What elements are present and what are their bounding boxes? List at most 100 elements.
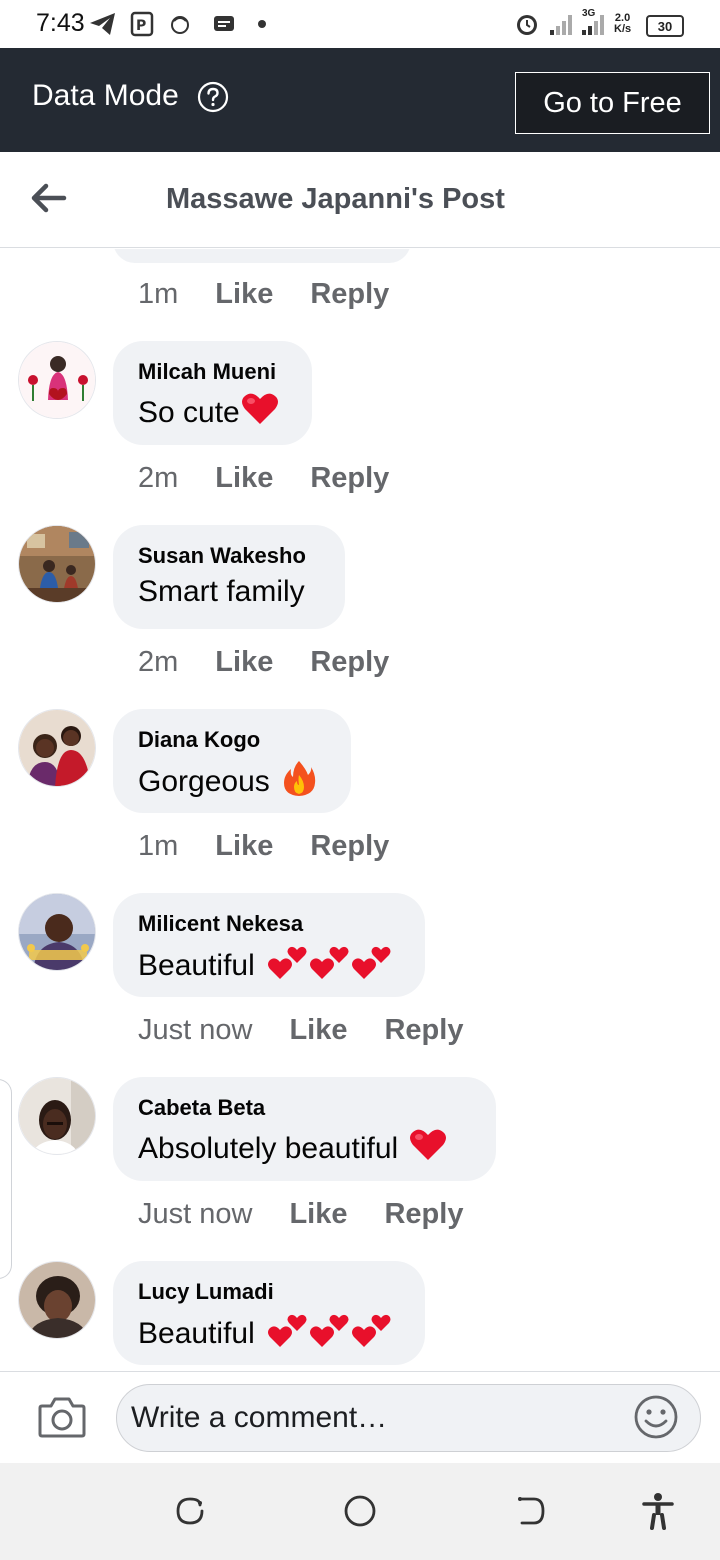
back-arrow-icon[interactable]: [26, 178, 70, 218]
fire-icon: [282, 759, 316, 805]
two-hearts-icon: [351, 1311, 393, 1357]
comment-item: Cabeta Beta Absolutely beautiful: [0, 1077, 720, 1181]
comment-time: Just now: [138, 1198, 253, 1230]
status-time: 7:43: [36, 9, 85, 37]
battery-icon: 30: [646, 12, 684, 40]
avatar[interactable]: [18, 1077, 96, 1155]
edge-panel-handle[interactable]: [0, 1079, 12, 1279]
comments-list: 1m Like Reply Milcah Mueni So cute 2m Li…: [0, 249, 720, 1371]
comment-item: Susan Wakesho Smart family: [0, 525, 720, 629]
comment-text: Beautiful: [138, 1311, 399, 1357]
svg-text:P: P: [136, 18, 146, 34]
comment-text: Absolutely beautiful: [138, 1127, 470, 1171]
telegram-icon: [88, 10, 118, 38]
like-button[interactable]: Like: [289, 1198, 347, 1231]
comment-item: Diana Kogo Gorgeous: [0, 709, 720, 813]
comment-bubble: Lucy Lumadi Beautiful: [113, 1261, 425, 1365]
comment-author[interactable]: Milicent Nekesa: [138, 911, 399, 937]
avatar[interactable]: [18, 341, 96, 419]
comment-bubble: Cabeta Beta Absolutely beautiful: [113, 1077, 496, 1181]
comment-meta: Just now Like Reply: [138, 1198, 463, 1231]
message-icon: [212, 10, 236, 38]
comment-meta: 2m Like Reply: [138, 462, 389, 495]
comment-bubble: Diana Kogo Gorgeous: [113, 709, 351, 813]
like-button[interactable]: Like: [215, 646, 273, 679]
reply-button[interactable]: Reply: [310, 462, 389, 495]
comment-text: So cute: [138, 391, 286, 435]
comment-time: 1m: [138, 830, 179, 862]
comment-item: Milicent Nekesa Beautiful: [0, 893, 720, 997]
comment-text-content: Gorgeous: [138, 765, 270, 798]
back-icon[interactable]: [510, 1491, 550, 1531]
comment-time: 2m: [138, 646, 179, 678]
like-button[interactable]: Like: [215, 830, 273, 863]
two-hearts-icon: [309, 943, 351, 989]
emoji-icon[interactable]: [633, 1394, 679, 1440]
comment-author[interactable]: Lucy Lumadi: [138, 1279, 399, 1305]
data-mode-label: Data Mode: [32, 79, 179, 112]
speed-unit: K/s: [614, 23, 632, 35]
comment-bubble: Susan Wakesho Smart family: [113, 525, 345, 629]
comment-text: Beautiful: [138, 943, 399, 989]
comment-text: Gorgeous: [138, 759, 325, 805]
comment-text-content: Smart family: [138, 575, 305, 608]
page-title: Massawe Japanni's Post: [166, 183, 505, 215]
comment-author[interactable]: Diana Kogo: [138, 727, 325, 753]
avatar[interactable]: [18, 525, 96, 603]
accessibility-icon[interactable]: [638, 1491, 678, 1531]
reply-button[interactable]: Reply: [384, 1014, 463, 1047]
alarm-icon: [513, 10, 541, 38]
two-hearts-icon: [351, 943, 393, 989]
two-hearts-icon: [267, 943, 309, 989]
red-heart-icon: [240, 391, 280, 435]
status-bar: 7:43 P 3G 2.0 K/s 30: [0, 0, 720, 48]
two-hearts-icon: [267, 1311, 309, 1357]
recents-icon[interactable]: [170, 1491, 210, 1531]
comment-time: 1m: [138, 278, 179, 310]
like-button[interactable]: Like: [215, 462, 273, 495]
avatar[interactable]: [18, 893, 96, 971]
comment-text: Smart family: [138, 575, 319, 609]
comment-composer: [0, 1371, 720, 1463]
comment-bubble: Milcah Mueni So cute: [113, 341, 312, 445]
comment-bubble-partial: [113, 249, 411, 263]
comment-meta: Just now Like Reply: [138, 1014, 463, 1047]
comment-meta-partial: 1m Like Reply: [138, 278, 389, 311]
reply-button[interactable]: Reply: [384, 1198, 463, 1231]
reply-button[interactable]: Reply: [310, 830, 389, 863]
comment-text-content: Absolutely beautiful: [138, 1132, 399, 1165]
red-heart-icon: [408, 1127, 448, 1171]
comment-meta: 1m Like Reply: [138, 830, 389, 863]
comment-meta: 2m Like Reply: [138, 646, 389, 679]
comment-input[interactable]: [116, 1384, 701, 1452]
avatar[interactable]: [18, 1261, 96, 1339]
reply-button[interactable]: Reply: [310, 646, 389, 679]
notification-icon: [168, 10, 198, 38]
speed-indicator: 2.0 K/s: [614, 10, 631, 38]
comment-author[interactable]: Susan Wakesho: [138, 543, 319, 569]
reply-button[interactable]: Reply: [310, 278, 389, 311]
battery-level: 30: [657, 18, 673, 34]
comment-item: Milcah Mueni So cute: [0, 341, 720, 445]
comment-time: Just now: [138, 1014, 253, 1046]
signal-icon: [548, 10, 576, 38]
like-button[interactable]: Like: [289, 1014, 347, 1047]
avatar[interactable]: [18, 709, 96, 787]
network-label: 3G: [582, 8, 596, 19]
comment-text-content: Beautiful: [138, 949, 255, 982]
go-to-free-button[interactable]: Go to Free: [515, 72, 710, 134]
comment-bubble: Milicent Nekesa Beautiful: [113, 893, 425, 997]
app-icon: P: [130, 10, 156, 38]
comment-author[interactable]: Cabeta Beta: [138, 1095, 470, 1121]
home-icon[interactable]: [340, 1491, 380, 1531]
comment-text-content: So cute: [138, 396, 240, 429]
signal-3g-icon: 3G: [580, 8, 608, 36]
camera-icon[interactable]: [36, 1394, 88, 1440]
comment-author[interactable]: Milcah Mueni: [138, 359, 286, 385]
post-header: Massawe Japanni's Post: [0, 152, 720, 248]
system-nav-bar: [0, 1463, 720, 1560]
like-button[interactable]: Like: [215, 278, 273, 311]
comment-text-content: Beautiful: [138, 1317, 255, 1350]
help-icon[interactable]: [197, 81, 229, 113]
two-hearts-icon: [309, 1311, 351, 1357]
